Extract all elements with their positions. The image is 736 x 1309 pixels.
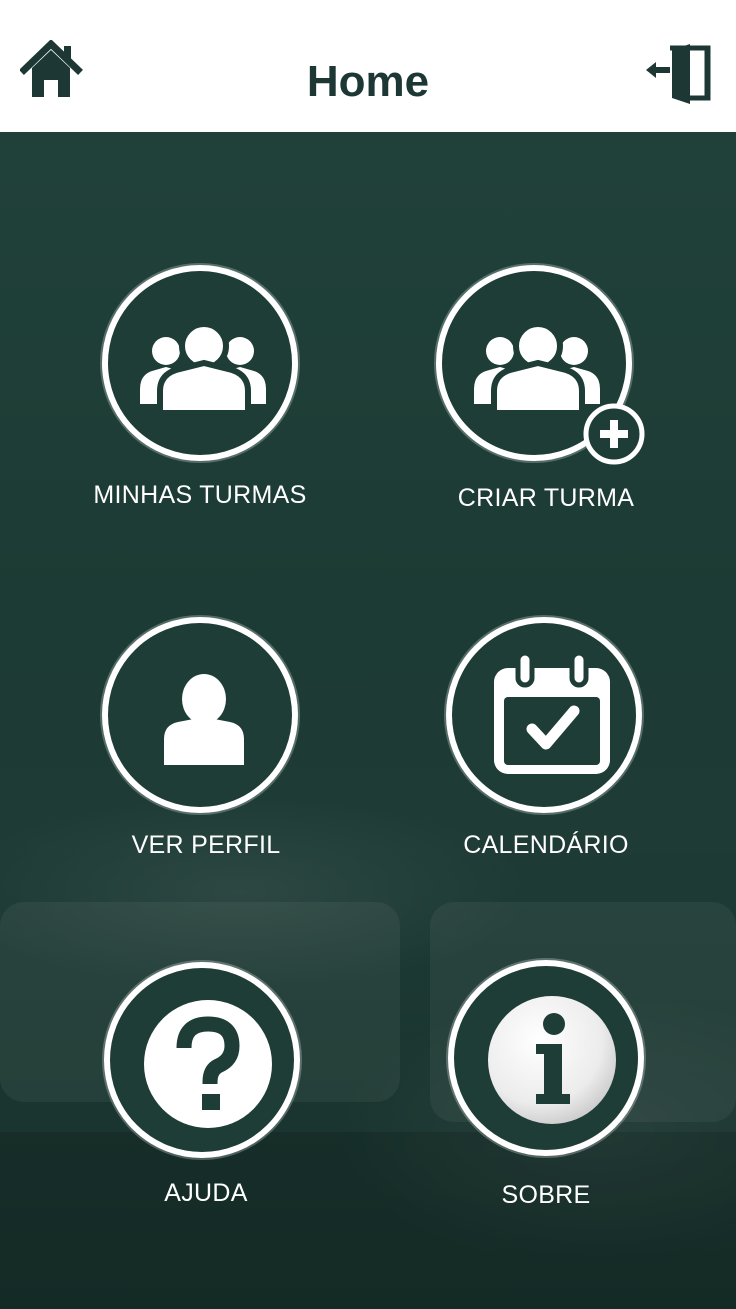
- info-icon: [488, 996, 616, 1124]
- plus-icon: [583, 403, 645, 465]
- ver-perfil-label: VER PERFIL: [131, 831, 281, 859]
- home-menu: MINHAS TURMAS CRIAR TURMA VER PERFIL CAL…: [0, 132, 736, 1309]
- ver-perfil-circle: [102, 617, 298, 813]
- sobre-circle: [448, 960, 644, 1156]
- sobre-button[interactable]: SOBRE: [396, 958, 696, 1218]
- sobre-label: SOBRE: [501, 1181, 591, 1209]
- calendario-circle: [446, 617, 642, 813]
- minhas-turmas-button[interactable]: MINHAS TURMAS: [50, 262, 350, 522]
- calendar-check-icon: [494, 650, 610, 774]
- ajuda-label: AJUDA: [164, 1179, 248, 1207]
- help-icon: [144, 1000, 272, 1128]
- ver-perfil-button[interactable]: VER PERFIL: [52, 614, 352, 874]
- logout-door-icon: [646, 44, 711, 104]
- ajuda-circle: [104, 962, 300, 1158]
- page-title: Home: [306, 57, 430, 106]
- criar-turma-button[interactable]: CRIAR TURMA: [396, 262, 696, 522]
- calendario-label: CALENDÁRIO: [463, 831, 629, 859]
- minhas-turmas-label: MINHAS TURMAS: [93, 481, 307, 509]
- calendario-button[interactable]: CALENDÁRIO: [396, 614, 696, 874]
- logout-button[interactable]: [644, 42, 714, 106]
- ajuda-button[interactable]: AJUDA: [56, 958, 356, 1218]
- criar-turma-label: CRIAR TURMA: [457, 484, 635, 512]
- minhas-turmas-circle: [102, 265, 298, 461]
- group-icon: [140, 321, 266, 416]
- top-bar: Home: [0, 0, 736, 133]
- person-icon: [164, 674, 244, 765]
